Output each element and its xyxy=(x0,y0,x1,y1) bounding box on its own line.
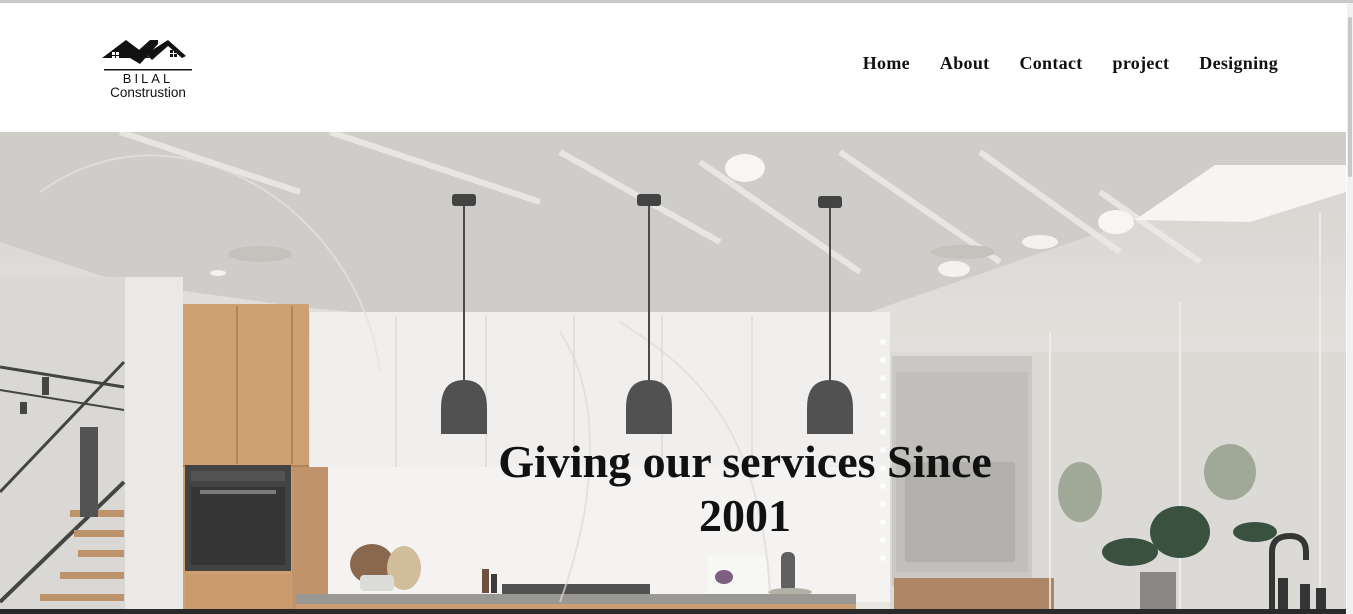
hero-title-line1: Giving our services Since xyxy=(498,436,992,487)
site-logo[interactable]: BILAL Construstion xyxy=(94,36,202,104)
hero-title: Giving our services Since 2001 xyxy=(440,435,1050,543)
main-nav: Home About Contact project Designing xyxy=(863,53,1278,73)
house-roof-icon xyxy=(102,40,192,71)
scrollbar-thumb[interactable] xyxy=(1348,17,1352,177)
brand-tagline: Construstion xyxy=(110,85,186,100)
nav-contact[interactable]: Contact xyxy=(1019,53,1082,73)
nav-project[interactable]: project xyxy=(1113,53,1170,73)
hero-title-line2: 2001 xyxy=(699,490,791,541)
page-scrollbar[interactable] xyxy=(1347,3,1353,614)
bottom-bar xyxy=(0,609,1346,614)
nav-designing[interactable]: Designing xyxy=(1199,53,1278,73)
hero-section: Giving our services Since 2001 xyxy=(0,132,1346,614)
site-header: BILAL Construstion Home About Contact pr… xyxy=(0,3,1346,132)
nav-about[interactable]: About xyxy=(940,53,990,73)
brand-name: BILAL xyxy=(122,71,174,86)
nav-home[interactable]: Home xyxy=(863,53,910,73)
